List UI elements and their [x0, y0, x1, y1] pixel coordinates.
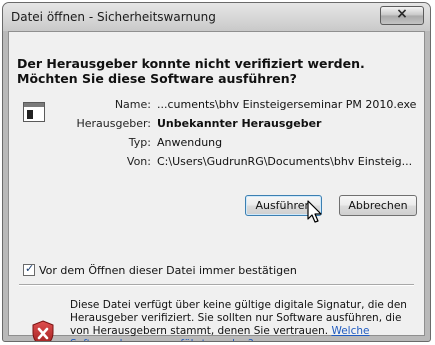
mouse-pointer-icon: [307, 200, 322, 223]
confirm-checkbox-label[interactable]: Vor dem Öffnen dieser Datei immer bestät…: [39, 264, 297, 277]
checkmark-icon: ✓: [25, 262, 35, 275]
cancel-button[interactable]: Abbrechen: [339, 195, 417, 216]
dialog-heading: Der Herausgeber konnte nicht verifiziert…: [17, 56, 365, 86]
type-label: Typ:: [128, 136, 151, 149]
type-value: Anwendung: [157, 136, 223, 149]
name-value: ...cuments\bhv Einsteigerseminar PM 2010…: [157, 98, 417, 111]
from-label: Von:: [126, 155, 151, 168]
security-warning-dialog: Datei öffnen - Sicherheitswarnung × Der …: [2, 2, 431, 342]
window-title: Datei öffnen - Sicherheitswarnung: [11, 10, 216, 24]
application-file-icon: [23, 102, 45, 122]
warning-message: Diese Datei verfügt über keine gültige d…: [70, 299, 410, 341]
dialog-body: Der Herausgeber konnte nicht verifiziert…: [8, 31, 425, 341]
publisher-value: Unbekannter Herausgeber: [157, 117, 322, 130]
divider: [19, 284, 414, 286]
from-value: C:\Users\GudrunRG\Documents\bhv Einsteig…: [157, 155, 413, 168]
name-label: Name:: [114, 98, 151, 111]
close-button[interactable]: ×: [380, 6, 424, 25]
close-icon: ×: [396, 6, 408, 22]
title-bar[interactable]: Datei öffnen - Sicherheitswarnung ×: [3, 3, 430, 31]
publisher-label: Herausgeber:: [76, 117, 151, 130]
security-shield-x-icon: [32, 320, 54, 341]
confirm-checkbox[interactable]: ✓: [23, 262, 35, 276]
